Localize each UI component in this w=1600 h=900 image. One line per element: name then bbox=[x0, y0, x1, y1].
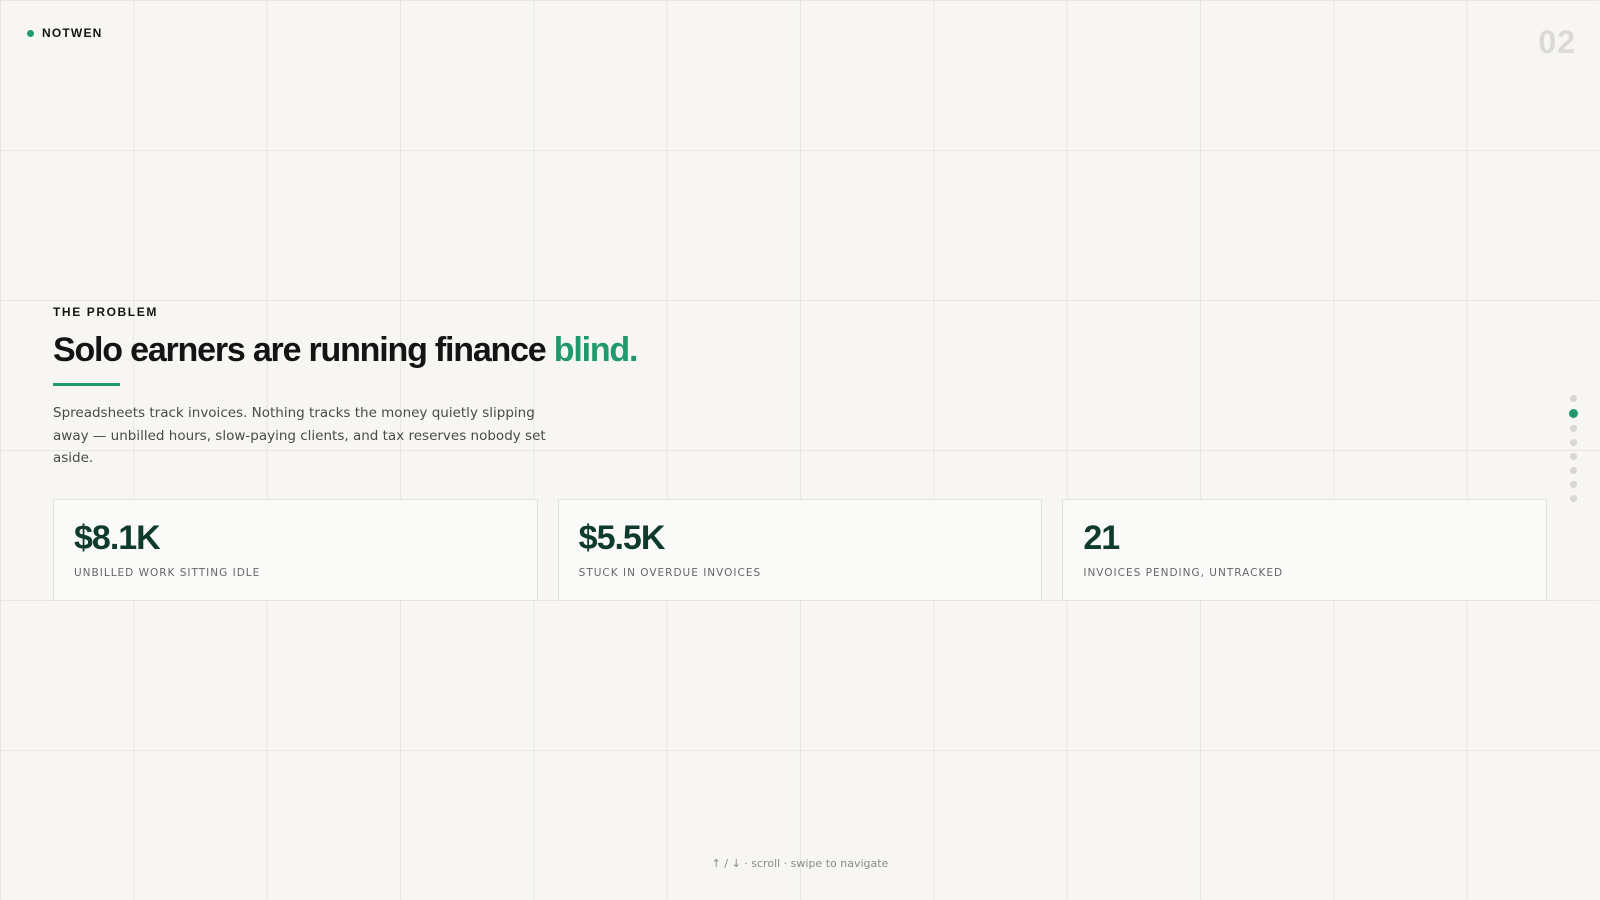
stat-card-pending: 21 INVOICES PENDING, UNTRACKED bbox=[1062, 498, 1548, 601]
pager-dot-8[interactable] bbox=[1570, 495, 1577, 502]
pager-dot-1[interactable] bbox=[1570, 395, 1577, 402]
headline-accent: blind. bbox=[553, 331, 639, 369]
headline-main: Solo earners are running finance bbox=[53, 331, 554, 369]
accent-divider bbox=[53, 383, 120, 387]
slide-pager bbox=[1569, 395, 1578, 502]
pager-dot-3[interactable] bbox=[1570, 425, 1577, 432]
stat-value: 21 bbox=[1083, 518, 1120, 557]
stat-value: $8.1K bbox=[74, 518, 161, 557]
brand-name: NOTWEN bbox=[42, 26, 103, 40]
pager-dot-2[interactable] bbox=[1569, 409, 1578, 418]
stat-card-overdue: $5.5K STUCK IN OVERDUE INVOICES bbox=[557, 498, 1043, 601]
pager-dot-4[interactable] bbox=[1570, 439, 1577, 446]
slide-number: 02 bbox=[1538, 24, 1576, 60]
pager-dot-6[interactable] bbox=[1570, 467, 1577, 474]
pager-dot-5[interactable] bbox=[1570, 453, 1577, 460]
stat-label: UNBILLED WORK SITTING IDLE bbox=[74, 567, 261, 580]
stat-label: INVOICES PENDING, UNTRACKED bbox=[1083, 567, 1284, 580]
stat-label: STUCK IN OVERDUE INVOICES bbox=[578, 567, 762, 580]
stats-row: $8.1K UNBILLED WORK SITTING IDLE $5.5K S… bbox=[53, 498, 1548, 601]
page-title: Solo earners are running finance blind. bbox=[53, 331, 1547, 369]
stat-card-unbilled: $8.1K UNBILLED WORK SITTING IDLE bbox=[53, 498, 538, 601]
brand-logo[interactable]: NOTWEN bbox=[27, 26, 103, 40]
stat-value: $5.5K bbox=[578, 518, 666, 557]
section-eyebrow: THE PROBLEM bbox=[53, 305, 158, 319]
navigation-hint: ↑ / ↓ · scroll · swipe to navigate bbox=[711, 857, 889, 870]
pager-dot-7[interactable] bbox=[1570, 481, 1577, 488]
section-description: Spreadsheets track invoices. Nothing tra… bbox=[53, 405, 546, 467]
slide-content: THE PROBLEM Solo earners are running fin… bbox=[53, 305, 1548, 601]
brand-dot-icon bbox=[27, 29, 34, 37]
